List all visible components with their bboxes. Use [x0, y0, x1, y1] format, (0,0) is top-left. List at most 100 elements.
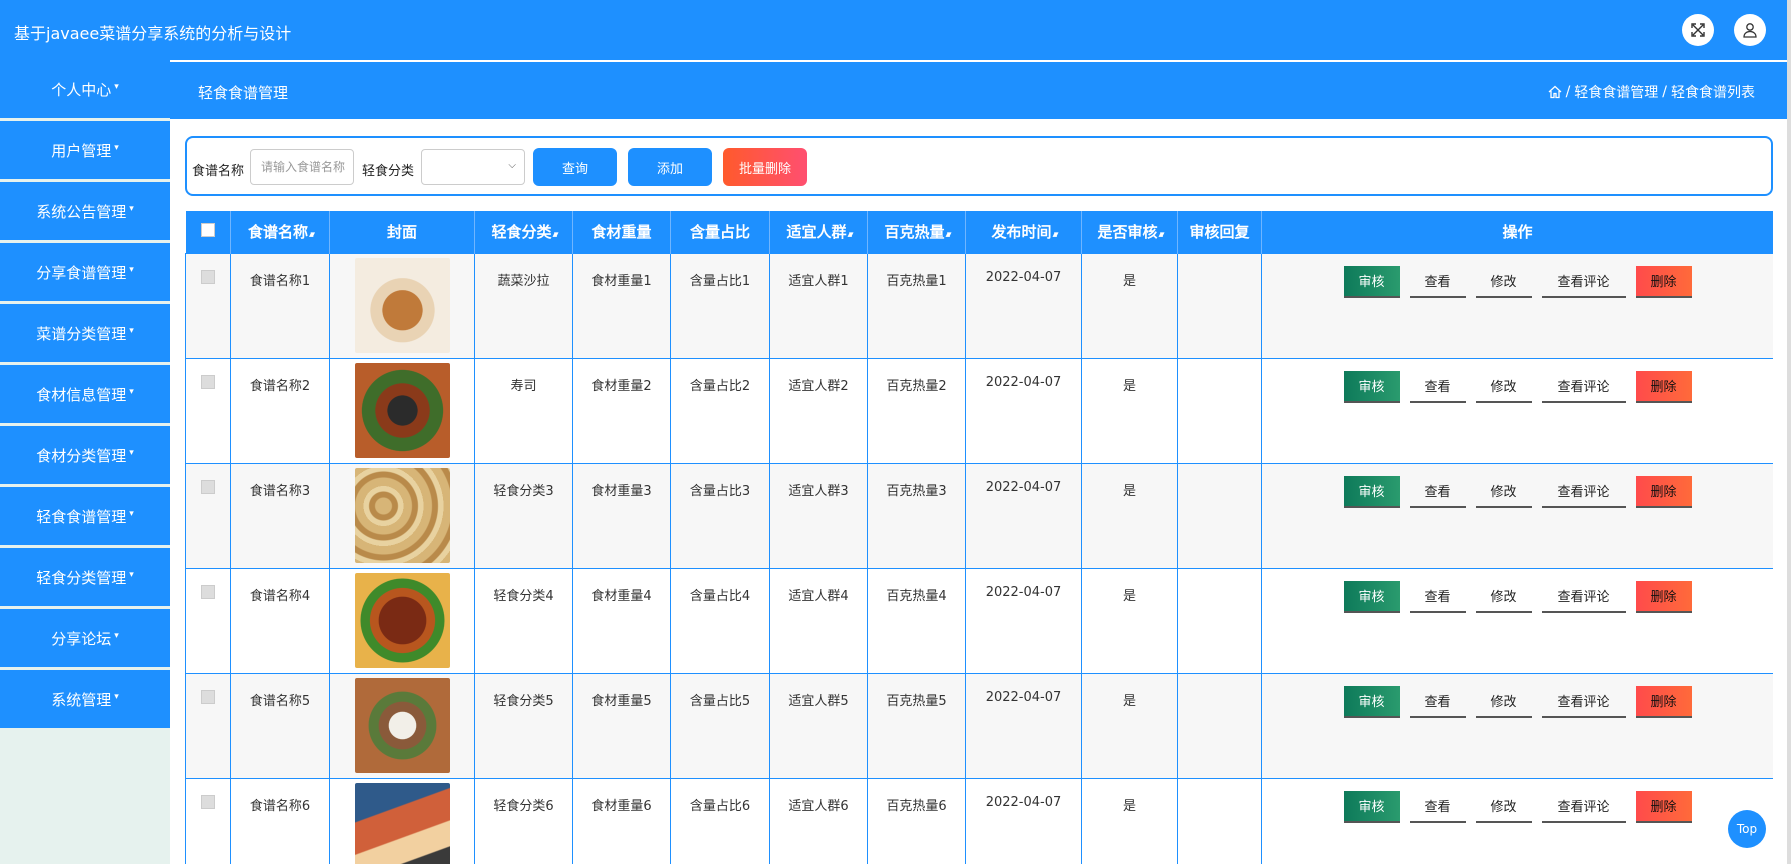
row-checkbox[interactable] — [201, 794, 215, 809]
cell-crowd: 适宜人群6 — [769, 777, 868, 864]
column-header[interactable]: 是否审核▴▾ — [1081, 211, 1178, 253]
scrollbar[interactable] — [1787, 0, 1791, 864]
column-header-label: 百克热量 — [884, 223, 945, 242]
edit-button[interactable]: 修改 — [1475, 686, 1532, 718]
sort-icon[interactable]: ▴▾ — [1052, 230, 1058, 240]
sidebar-item[interactable]: 轻食分类管理 ▾ — [0, 548, 170, 606]
column-header[interactable]: 适宜人群▴▾ — [769, 211, 868, 253]
audit-button[interactable]: 审核 — [1343, 580, 1400, 613]
sidebar-item[interactable]: 分享食谱管理 ▾ — [0, 243, 170, 301]
sort-icon[interactable]: ▴▾ — [847, 230, 853, 240]
cell-crowd: 适宜人群5 — [769, 672, 868, 779]
column-header-label: 审核回复 — [1189, 223, 1250, 242]
cell-calories: 百克热量5 — [867, 672, 966, 779]
sidebar-item[interactable]: 菜谱分类管理 ▾ — [0, 304, 170, 362]
row-checkbox[interactable] — [201, 689, 215, 704]
view-button[interactable]: 查看 — [1409, 686, 1466, 718]
fullscreen-button[interactable] — [1682, 14, 1714, 46]
cover-image — [354, 467, 450, 563]
view-button[interactable]: 查看 — [1409, 371, 1466, 403]
column-header: 封面 — [329, 211, 475, 253]
caret-down-icon: ▾ — [114, 143, 119, 153]
cell-calories: 百克热量3 — [867, 462, 966, 569]
row-checkbox[interactable] — [201, 374, 215, 389]
column-header-label: 轻食分类 — [491, 223, 552, 242]
audit-button[interactable]: 审核 — [1343, 790, 1400, 823]
sort-icon[interactable]: ▴▾ — [552, 230, 558, 240]
audit-button[interactable]: 审核 — [1343, 370, 1400, 403]
cell-ratio: 含量占比6 — [670, 777, 770, 864]
sidebar-item[interactable]: 用户管理 ▾ — [0, 121, 170, 179]
column-header[interactable]: 发布时间▴▾ — [965, 211, 1082, 253]
sidebar-item[interactable]: 系统公告管理 ▾ — [0, 182, 170, 240]
sidebar-item[interactable]: 分享论坛 ▾ — [0, 609, 170, 667]
cell-weight: 食材重量1 — [572, 252, 671, 359]
view-comments-button[interactable]: 查看评论 — [1541, 476, 1626, 508]
cell-reply — [1177, 357, 1262, 464]
sidebar-item[interactable]: 个人中心 ▾ — [0, 60, 170, 118]
page-header: 轻食食谱管理 / 轻食食谱管理 / 轻食食谱列表 — [170, 62, 1791, 119]
row-checkbox[interactable] — [201, 584, 215, 599]
column-header-label: 适宜人群 — [786, 223, 847, 242]
delete-button[interactable]: 删除 — [1635, 265, 1692, 298]
row-checkbox[interactable] — [201, 479, 215, 494]
category-select[interactable]: ⌵ — [421, 149, 525, 185]
edit-button[interactable]: 修改 — [1475, 581, 1532, 613]
sidebar-item[interactable]: 食材分类管理 ▾ — [0, 426, 170, 484]
sidebar-item[interactable]: 轻食食谱管理 ▾ — [0, 487, 170, 545]
breadcrumb: / 轻食食谱管理 / 轻食食谱列表 — [1548, 82, 1755, 102]
sort-icon[interactable]: ▴▾ — [945, 230, 951, 240]
view-comments-button[interactable]: 查看评论 — [1541, 371, 1626, 403]
audit-button[interactable]: 审核 — [1343, 475, 1400, 508]
edit-button[interactable]: 修改 — [1475, 476, 1532, 508]
delete-button[interactable]: 删除 — [1635, 685, 1692, 718]
view-comments-button[interactable]: 查看评论 — [1541, 266, 1626, 298]
cell-date: 2022-04-07 — [965, 777, 1082, 864]
home-icon[interactable] — [1548, 85, 1562, 99]
view-button[interactable]: 查看 — [1409, 791, 1466, 823]
column-header[interactable]: 食谱名称▴▾ — [230, 211, 330, 253]
audit-button[interactable]: 审核 — [1343, 265, 1400, 298]
view-comments-button[interactable]: 查看评论 — [1541, 686, 1626, 718]
edit-button[interactable]: 修改 — [1475, 791, 1532, 823]
delete-button[interactable]: 删除 — [1635, 790, 1692, 823]
sidebar-item-label: 食材信息管理 — [36, 385, 127, 404]
back-to-top-button[interactable]: Top — [1728, 810, 1766, 848]
view-button[interactable]: 查看 — [1409, 581, 1466, 613]
batch-delete-button[interactable]: 批量删除 — [723, 148, 807, 186]
edit-button[interactable]: 修改 — [1475, 266, 1532, 298]
cell-category: 轻食分类5 — [474, 672, 573, 779]
name-label: 食谱名称 — [192, 164, 245, 179]
column-header[interactable]: 百克热量▴▾ — [867, 211, 966, 253]
delete-button[interactable]: 删除 — [1635, 370, 1692, 403]
cell-crowd: 适宜人群1 — [769, 252, 868, 359]
chevron-down-icon: ⌵ — [508, 160, 516, 171]
breadcrumb-item[interactable]: 轻食食谱管理 — [1574, 82, 1658, 102]
sidebar-item[interactable]: 食材信息管理 ▾ — [0, 365, 170, 423]
table-row: 食谱名称4 轻食分类4 食材重量4 含量占比4 适宜人群4 百克热量4 2022-04-07… — [185, 567, 1773, 674]
column-header: 含量占比 — [670, 211, 770, 253]
search-form: 食谱名称 请输入食谱名称 轻食分类 ⌵ 查询 添加 批量删除 — [185, 136, 1773, 196]
view-comments-button[interactable]: 查看评论 — [1541, 791, 1626, 823]
delete-button[interactable]: 删除 — [1635, 580, 1692, 613]
row-checkbox[interactable] — [201, 269, 215, 284]
audit-button[interactable]: 审核 — [1343, 685, 1400, 718]
sidebar-item-label: 轻食分类管理 — [36, 568, 127, 587]
cell-date: 2022-04-07 — [965, 672, 1082, 779]
delete-button[interactable]: 删除 — [1635, 475, 1692, 508]
add-button[interactable]: 添加 — [628, 148, 712, 186]
select-all-checkbox[interactable] — [200, 222, 215, 237]
cell-name: 食谱名称4 — [230, 567, 330, 674]
query-button[interactable]: 查询 — [533, 148, 617, 186]
view-button[interactable]: 查看 — [1409, 266, 1466, 298]
sort-icon[interactable]: ▴▾ — [1158, 230, 1164, 240]
view-comments-button[interactable]: 查看评论 — [1541, 581, 1626, 613]
user-button[interactable] — [1734, 14, 1766, 46]
sidebar-item[interactable]: 系统管理 ▾ — [0, 670, 170, 728]
column-header[interactable]: 轻食分类▴▾ — [474, 211, 573, 253]
name-search-input[interactable]: 请输入食谱名称 — [250, 149, 354, 185]
view-button[interactable]: 查看 — [1409, 476, 1466, 508]
cell-category: 轻食分类6 — [474, 777, 573, 864]
edit-button[interactable]: 修改 — [1475, 371, 1532, 403]
sort-icon[interactable]: ▴▾ — [309, 230, 315, 240]
